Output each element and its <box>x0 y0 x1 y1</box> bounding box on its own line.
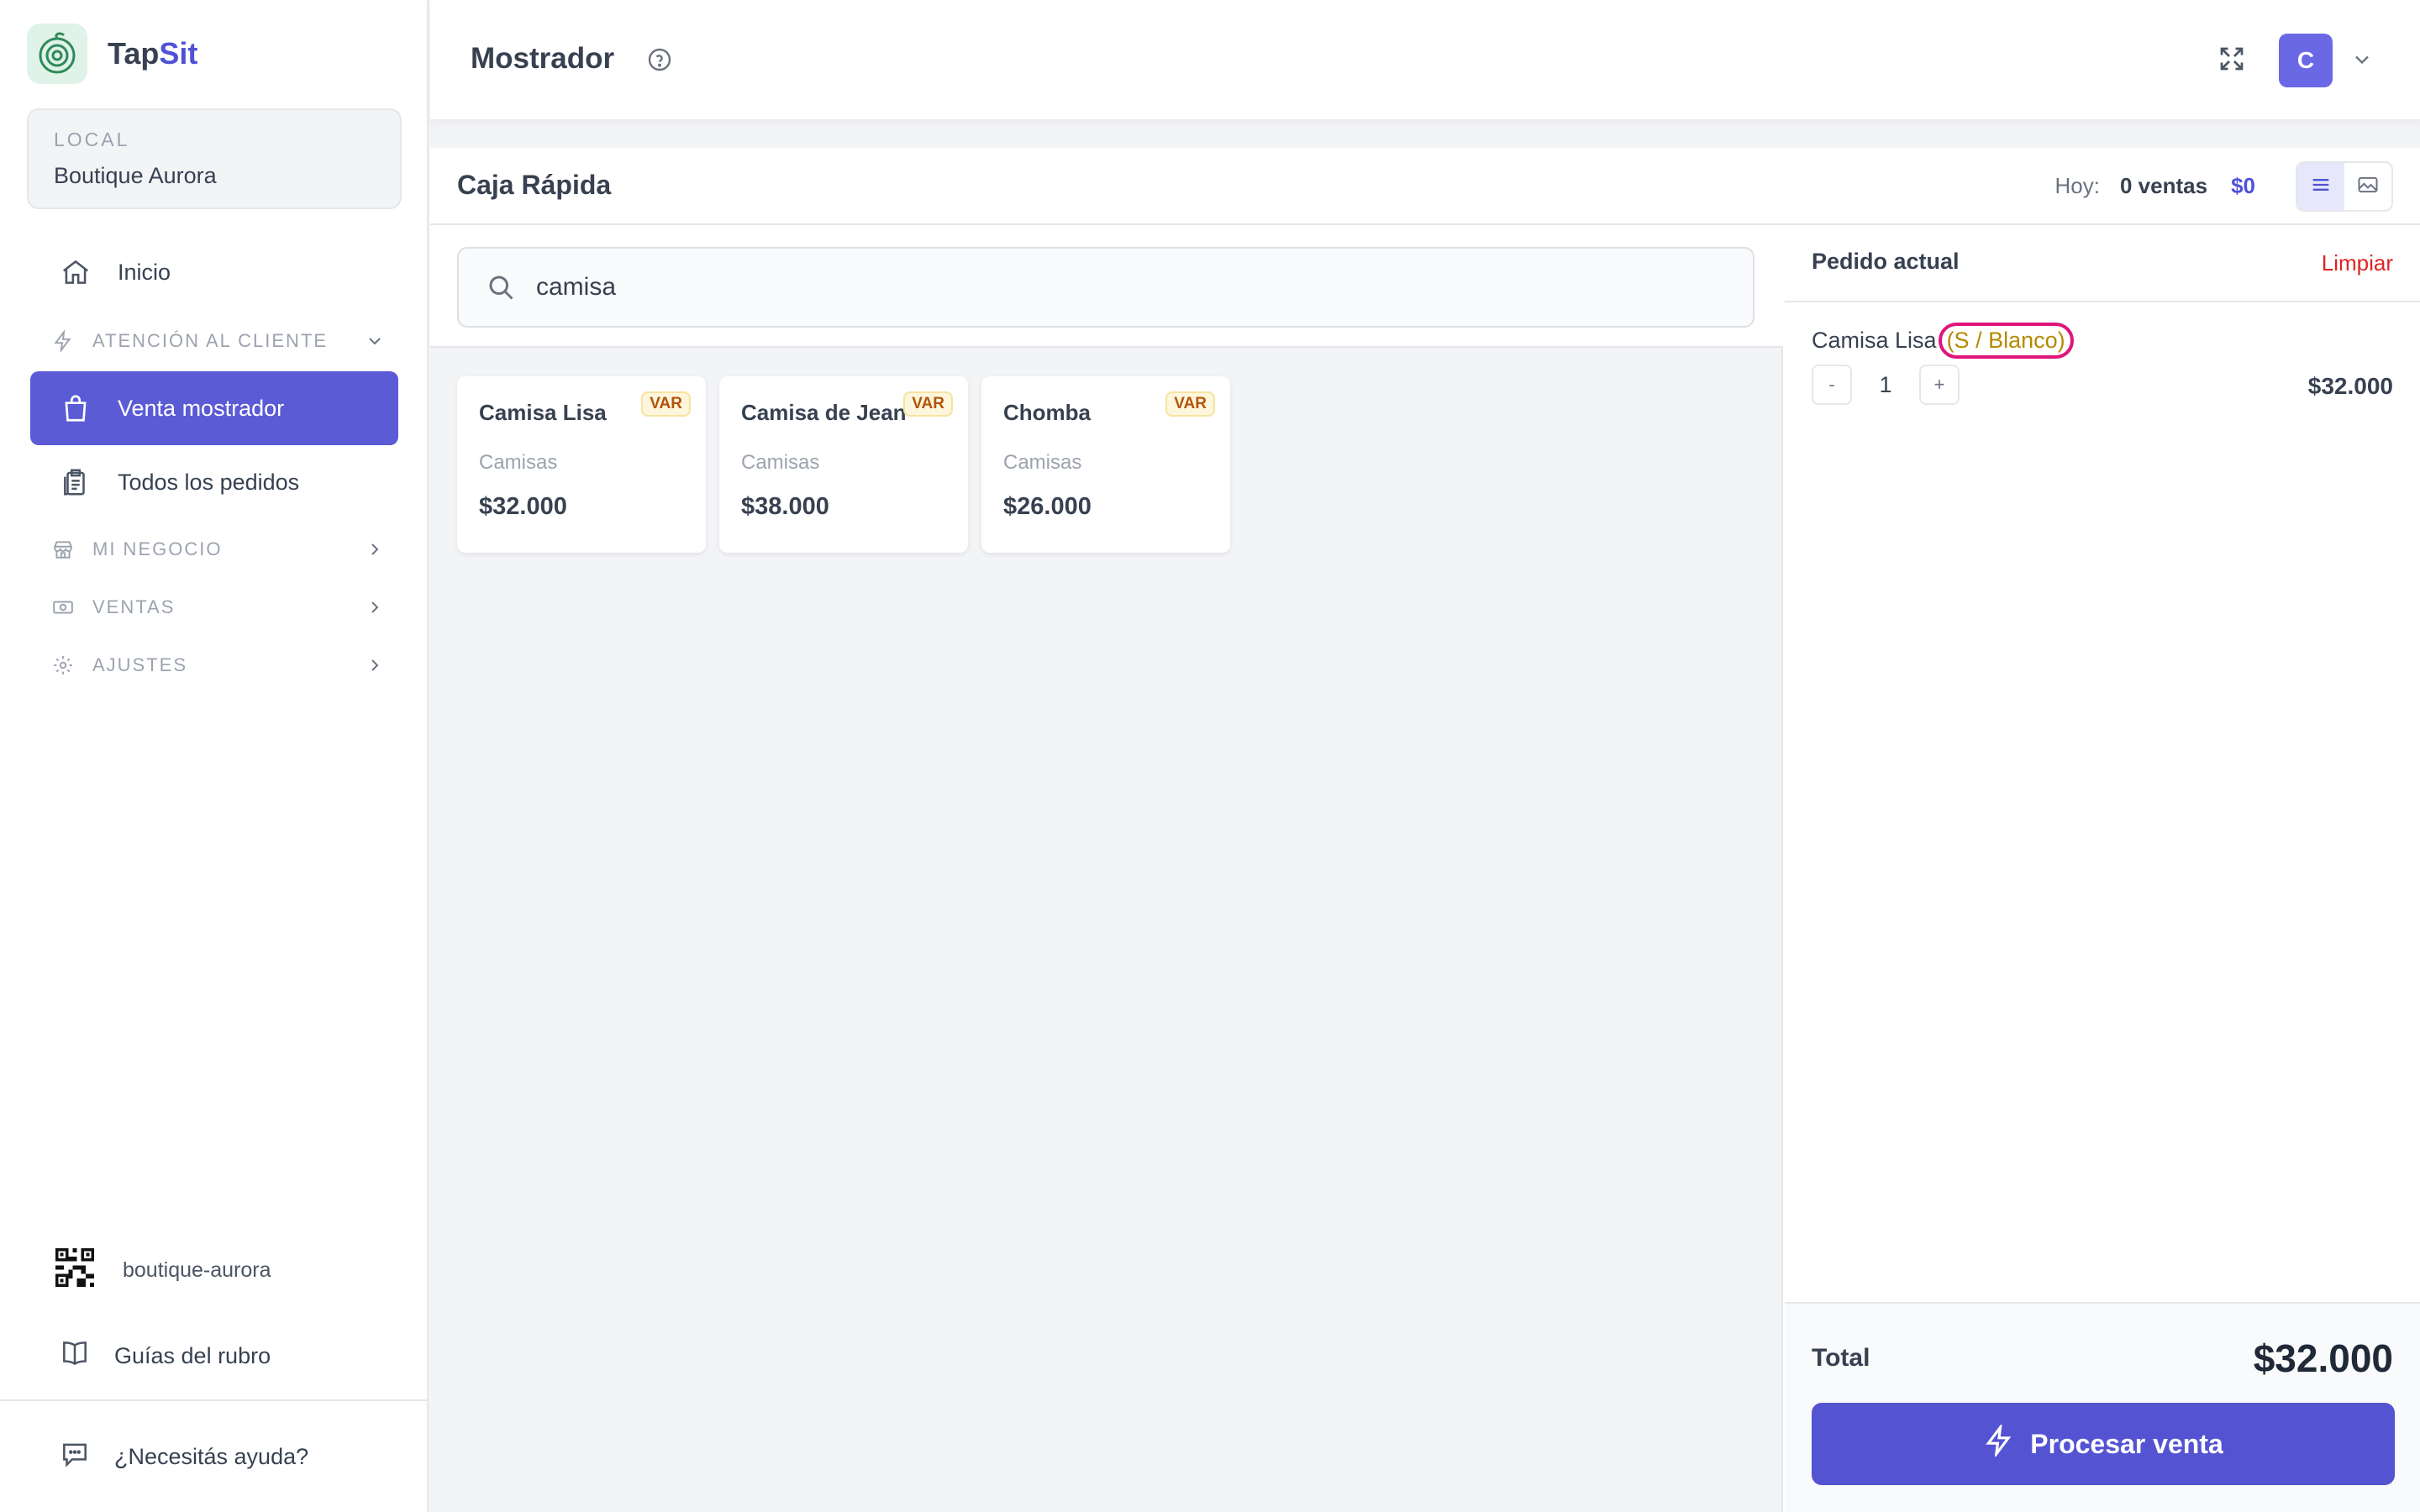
brand-name-part2: Sit <box>159 36 198 71</box>
shopping-bag-icon <box>59 391 92 425</box>
gear-icon <box>50 653 76 678</box>
product-category: Camisas <box>1003 451 1082 474</box>
order-item-price: $32.000 <box>2307 373 2393 399</box>
search-box[interactable] <box>457 247 1754 328</box>
stats-label: Hoy: <box>2054 173 2100 198</box>
local-selector[interactable]: LOCAL Boutique Aurora <box>27 108 402 209</box>
question-circle-icon[interactable] <box>645 45 674 74</box>
image-view-button[interactable] <box>2344 163 2391 210</box>
avatar[interactable]: C <box>2279 34 2333 87</box>
home-icon <box>59 255 92 289</box>
app-root: TapSit LOCAL Boutique Aurora Inicio ATEN… <box>0 0 2420 1512</box>
total-label: Total <box>1812 1344 1870 1372</box>
sidebar-section-atencion[interactable]: ATENCIÓN AL CLIENTE <box>50 324 387 358</box>
sidebar: TapSit LOCAL Boutique Aurora Inicio ATEN… <box>0 0 429 1512</box>
sidebar-section-label: VENTAS <box>92 596 176 617</box>
guides-link[interactable]: Guías del rubro <box>59 1337 271 1375</box>
variant-badge: VAR <box>903 391 953 417</box>
brand[interactable]: TapSit <box>27 24 197 84</box>
quantity-value: 1 <box>1879 371 1892 397</box>
guides-label: Guías del rubro <box>114 1343 271 1368</box>
sidebar-item-todos-los-pedidos[interactable]: Todos los pedidos <box>30 445 398 519</box>
product-price: $38.000 <box>741 493 829 520</box>
topbar: Mostrador C <box>430 0 2420 121</box>
brand-logo-icon <box>27 24 87 84</box>
sidebar-section-mi-negocio[interactable]: MI NEGOCIO <box>50 533 387 566</box>
qr-code-link[interactable]: boutique-aurora <box>55 1248 271 1293</box>
order-footer: Total $32.000 Procesar venta <box>1785 1302 2420 1512</box>
brand-name: TapSit <box>108 36 197 71</box>
sidebar-section-ajustes[interactable]: AJUSTES <box>50 648 387 682</box>
chevron-right-icon <box>363 538 387 561</box>
order-item-product: Camisa Lisa <box>1812 328 1937 353</box>
sidebar-section-label: AJUSTES <box>92 654 188 675</box>
total-value: $32.000 <box>2253 1336 2393 1380</box>
quick-checkout-panel: Caja Rápida Hoy: 0 ventas $0 camisa Cami… <box>430 148 2420 1512</box>
clipboard-icon <box>59 465 92 499</box>
sales-amount: $0 <box>2231 173 2255 198</box>
product-category: Camisas <box>479 451 558 474</box>
product-card[interactable]: Camisa de Jean VAR Camisas $38.000 <box>719 376 968 553</box>
help-link[interactable]: ¿Necesitás ayuda? <box>59 1438 308 1476</box>
order-item-name: Camisa Lisa (S / Blanco) <box>1812 323 2074 359</box>
search-bar <box>430 225 1783 348</box>
cash-icon <box>50 595 76 620</box>
sales-count: 0 ventas <box>2120 173 2208 198</box>
quantity-stepper: - 1 + <box>1812 365 1960 405</box>
brand-name-part1: Tap <box>108 36 160 71</box>
search-input[interactable] <box>536 273 1712 302</box>
view-toggle <box>2296 161 2393 212</box>
chat-icon <box>59 1438 91 1476</box>
qr-code-icon <box>55 1248 94 1293</box>
divider <box>0 1399 429 1401</box>
clear-order-button[interactable]: Limpiar <box>2322 250 2393 276</box>
product-category: Camisas <box>741 451 820 474</box>
variant-badge: VAR <box>1165 391 1215 417</box>
image-icon <box>2356 173 2380 201</box>
variant-badge: VAR <box>641 391 691 417</box>
sidebar-item-label: Todos los pedidos <box>118 469 300 495</box>
bolt-icon <box>1983 1422 2015 1463</box>
sidebar-item-label: Venta mostrador <box>118 395 285 421</box>
current-order: Pedido actual Limpiar Camisa Lisa (S / B… <box>1785 225 2420 1512</box>
sidebar-section-label: ATENCIÓN AL CLIENTE <box>92 330 329 351</box>
increase-quantity-button[interactable]: + <box>1919 365 1960 405</box>
panel-title: Caja Rápida <box>457 170 612 200</box>
chevron-down-icon <box>363 329 387 353</box>
sidebar-section-ventas[interactable]: VENTAS <box>50 591 387 624</box>
sidebar-section-label: MI NEGOCIO <box>92 538 223 559</box>
product-price: $26.000 <box>1003 493 1092 520</box>
sidebar-item-label: Inicio <box>118 259 171 285</box>
products-area: Camisa Lisa VAR Camisas $32.000 Camisa d… <box>430 225 1783 1512</box>
local-label: LOCAL <box>54 129 130 150</box>
decrease-quantity-button[interactable]: - <box>1812 365 1852 405</box>
product-price: $32.000 <box>479 493 567 520</box>
process-sale-button[interactable]: Procesar venta <box>1812 1403 2395 1485</box>
store-icon <box>50 537 76 562</box>
book-icon <box>59 1337 91 1375</box>
sidebar-item-venta-mostrador[interactable]: Venta mostrador <box>30 371 398 445</box>
daily-stats: Hoy: 0 ventas $0 <box>2055 173 2255 199</box>
panel-header: Caja Rápida Hoy: 0 ventas $0 <box>430 148 2420 225</box>
product-card[interactable]: Camisa Lisa VAR Camisas $32.000 <box>457 376 706 553</box>
sidebar-item-inicio[interactable]: Inicio <box>30 235 398 309</box>
bolt-icon <box>50 328 76 354</box>
chevron-right-icon <box>363 596 387 619</box>
fullscreen-icon[interactable] <box>2215 42 2249 76</box>
list-icon <box>2309 173 2333 201</box>
product-card[interactable]: Chomba VAR Camisas $26.000 <box>981 376 1230 553</box>
order-header: Pedido actual Limpiar <box>1785 225 2420 302</box>
process-sale-label: Procesar venta <box>2030 1428 2223 1459</box>
chevron-down-icon[interactable] <box>2348 45 2376 74</box>
search-icon <box>484 270 518 304</box>
list-view-button[interactable] <box>2297 163 2344 210</box>
local-name: Boutique Aurora <box>54 163 217 188</box>
order-item-variant: (S / Blanco) <box>1938 323 2074 359</box>
page-title: Mostrador <box>471 42 615 75</box>
order-title: Pedido actual <box>1812 249 1960 274</box>
qr-slug: boutique-aurora <box>123 1258 271 1282</box>
chevron-right-icon <box>363 654 387 677</box>
help-label: ¿Necesitás ayuda? <box>114 1444 309 1469</box>
